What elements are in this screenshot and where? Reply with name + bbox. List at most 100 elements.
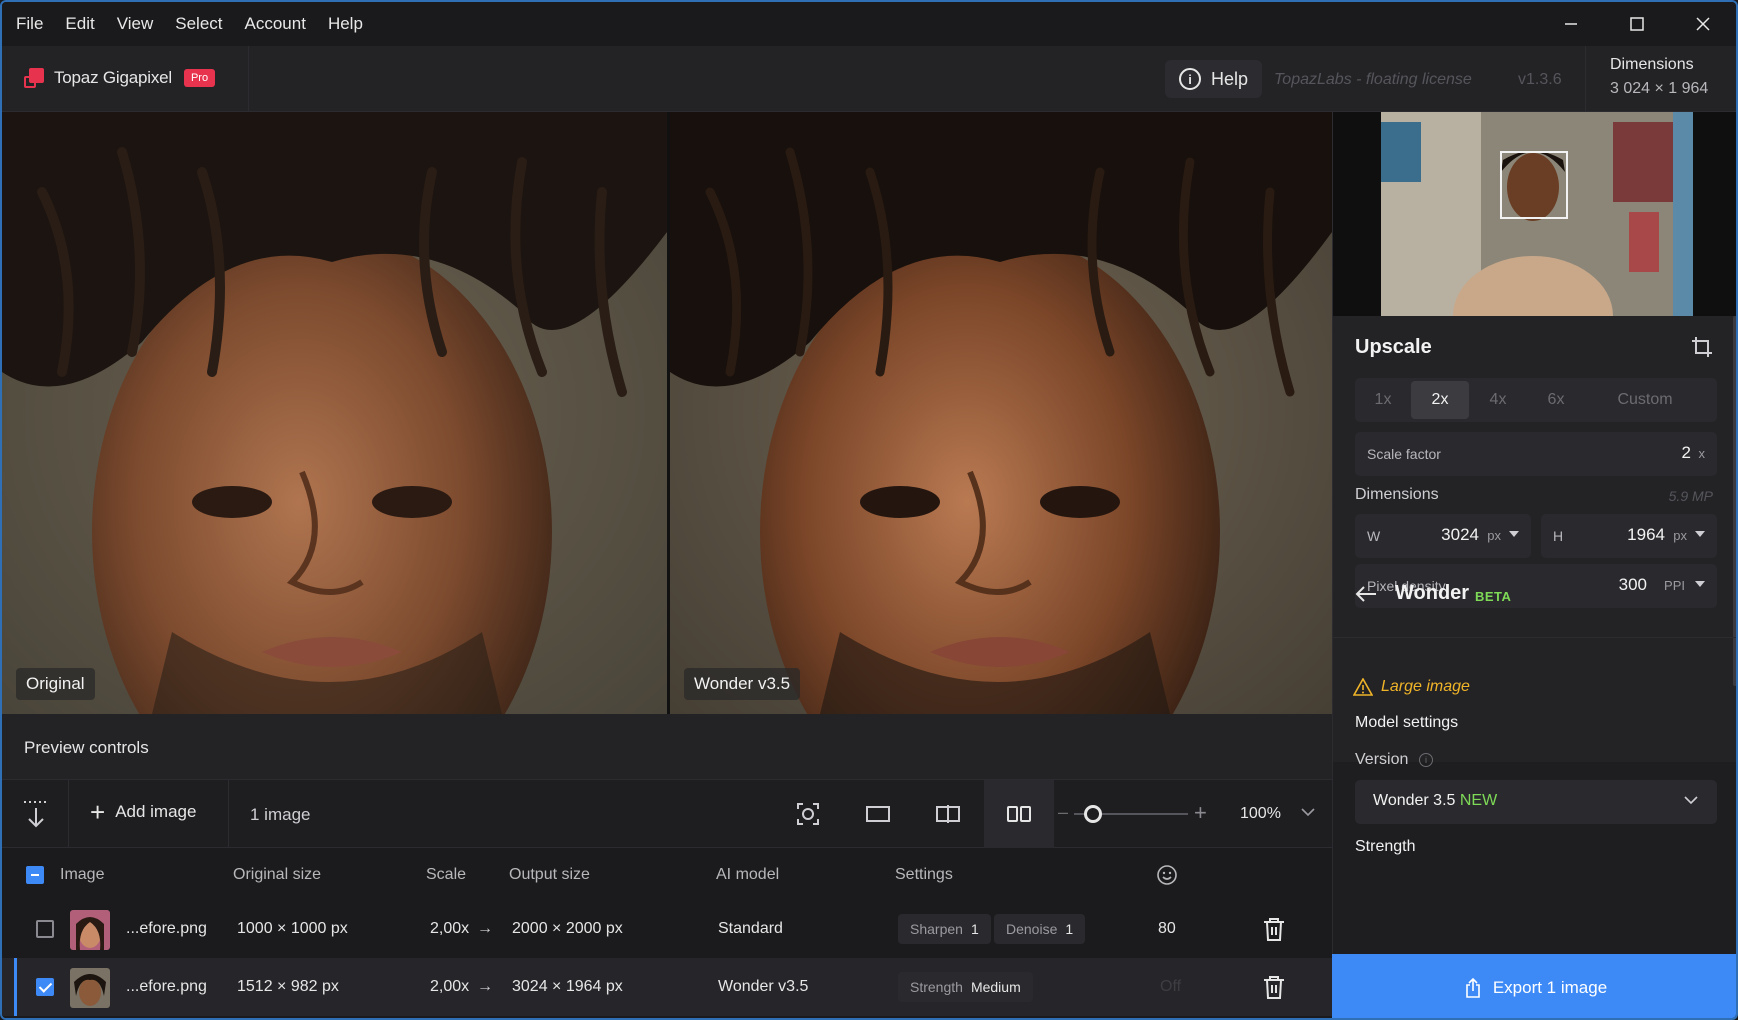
- preview-area[interactable]: Original Wonder v3.5: [2, 112, 1332, 714]
- menu-help[interactable]: Help: [328, 14, 363, 34]
- zoom-in-icon[interactable]: +: [1194, 800, 1207, 826]
- scale-factor-unit: x: [1698, 446, 1706, 461]
- caret-down-icon[interactable]: [1509, 531, 1519, 537]
- scale-factor-field[interactable]: Scale factor 2 x: [1355, 432, 1717, 476]
- navigator-thumbnail[interactable]: [1333, 112, 1736, 376]
- col-settings[interactable]: Settings: [895, 866, 953, 884]
- megapixels-value: 5.9 MP: [1668, 488, 1713, 504]
- scale-factor-label: Scale factor: [1367, 446, 1441, 462]
- original-size: 1512 × 982 px: [237, 978, 339, 995]
- info-icon[interactable]: i: [1419, 753, 1433, 767]
- width-label: W: [1367, 528, 1381, 544]
- row-checkbox[interactable]: [36, 978, 54, 996]
- version-value: Wonder 3.5 NEW: [1373, 792, 1498, 809]
- upscaled-preview[interactable]: Wonder v3.5: [670, 112, 1332, 714]
- help-button[interactable]: i Help: [1165, 60, 1263, 98]
- divider: [248, 46, 249, 112]
- trash-icon[interactable]: [1262, 916, 1286, 942]
- ai-model: Standard: [718, 920, 783, 937]
- crop-icon[interactable]: [1691, 336, 1713, 358]
- arrow-right-icon: →: [477, 920, 493, 937]
- col-ai-model[interactable]: AI model: [716, 866, 779, 884]
- col-image[interactable]: Image: [60, 866, 104, 884]
- model-header[interactable]: Wonder BETA: [1333, 558, 1736, 638]
- zoom-value[interactable]: 100%: [1240, 805, 1281, 823]
- table-row[interactable]: ...efore.png 1000 × 1000 px 2,00x → 2000…: [2, 900, 1332, 958]
- scale-1x[interactable]: 1x: [1355, 381, 1411, 419]
- arrow-right-icon: →: [477, 978, 493, 995]
- col-scale[interactable]: Scale: [426, 866, 466, 884]
- arrow-down-icon: [24, 801, 48, 828]
- image-thumbnail: [70, 910, 110, 950]
- zoom-slider-knob[interactable]: [1084, 805, 1102, 823]
- chevron-down-icon[interactable]: [1300, 804, 1316, 820]
- export-icon: [1466, 978, 1480, 998]
- menu-file[interactable]: File: [16, 14, 43, 34]
- single-view-icon: [866, 806, 890, 822]
- side-by-side-icon: [1007, 806, 1031, 822]
- output-size: 2000 × 2000 px: [512, 920, 623, 937]
- height-field[interactable]: H 1964 px: [1541, 514, 1717, 558]
- single-view-button[interactable]: [856, 792, 900, 836]
- help-label: Help: [1211, 68, 1249, 89]
- width-unit: px: [1487, 528, 1501, 543]
- original-preview[interactable]: Original: [2, 112, 667, 714]
- large-image-warning: Large image: [1381, 678, 1470, 695]
- split-view-button[interactable]: [926, 792, 970, 836]
- scale-4x[interactable]: 4x: [1469, 381, 1527, 419]
- face-detect-button[interactable]: [786, 792, 830, 836]
- version-select[interactable]: Wonder 3.5 NEW: [1355, 780, 1717, 824]
- table-row[interactable]: ...efore.png 1512 × 982 px 2,00x → 3024 …: [2, 958, 1332, 1016]
- close-icon: [1696, 17, 1710, 31]
- beta-badge: BETA: [1475, 589, 1512, 604]
- add-image-button[interactable]: + Add image: [90, 797, 196, 827]
- minimize-icon: [1565, 23, 1577, 25]
- face-recovery-value: 80: [1158, 920, 1176, 937]
- col-original-size[interactable]: Original size: [233, 866, 321, 884]
- trash-icon[interactable]: [1262, 974, 1286, 1000]
- menu-view[interactable]: View: [117, 14, 154, 34]
- export-button[interactable]: Export 1 image: [1332, 954, 1736, 1018]
- menu-bar: File Edit View Select Account Help: [2, 2, 1736, 46]
- menu-edit[interactable]: Edit: [65, 14, 94, 34]
- topaz-logo-icon: [24, 68, 44, 88]
- zoom-out-icon[interactable]: –: [1058, 802, 1068, 823]
- plus-icon: +: [90, 797, 106, 827]
- image-count: 1 image: [250, 805, 311, 824]
- denoise-setting: Denoise 1: [994, 914, 1086, 944]
- sharpen-setting: Sharpen 1: [898, 914, 991, 944]
- maximize-button[interactable]: [1604, 2, 1670, 46]
- maximize-icon: [1630, 17, 1644, 31]
- version-text: v1.3.6: [1518, 71, 1562, 88]
- select-all-checkbox[interactable]: [26, 866, 44, 884]
- scale-6x[interactable]: 6x: [1527, 381, 1585, 419]
- scale-selector: 1x 2x 4x 6x Custom: [1355, 378, 1717, 422]
- license-text: TopazLabs - floating license: [1274, 71, 1472, 88]
- arrow-left-icon[interactable]: [1355, 586, 1377, 602]
- version-label: Version: [1355, 751, 1409, 768]
- preview-controls-title[interactable]: Preview controls: [2, 714, 1332, 780]
- download-arrow-button[interactable]: [16, 800, 56, 830]
- caret-down-icon[interactable]: [1695, 531, 1705, 537]
- col-output-size[interactable]: Output size: [509, 866, 590, 884]
- info-icon: i: [1179, 68, 1201, 90]
- dimensions-label: Dimensions: [1610, 56, 1694, 73]
- scale-2x[interactable]: 2x: [1411, 381, 1469, 419]
- dimensions-value: 3 024 × 1 964: [1610, 80, 1709, 97]
- side-by-side-view-button[interactable]: [984, 780, 1054, 848]
- minimize-button[interactable]: [1538, 2, 1604, 46]
- scale-custom[interactable]: Custom: [1585, 381, 1705, 419]
- close-button[interactable]: [1670, 2, 1736, 46]
- file-name: ...efore.png: [126, 920, 207, 937]
- row-checkbox[interactable]: [36, 920, 54, 938]
- original-label: Original: [16, 668, 95, 700]
- split-view-icon: [936, 805, 960, 823]
- preview-toolbar: + Add image 1 image – + 100%: [2, 780, 1332, 848]
- width-field[interactable]: W 3024 px: [1355, 514, 1531, 558]
- menu-select[interactable]: Select: [175, 14, 222, 34]
- height-unit: px: [1673, 528, 1687, 543]
- menu-account[interactable]: Account: [245, 14, 306, 34]
- app-header: Topaz Gigapixel Pro i Help TopazLabs - f…: [2, 46, 1736, 112]
- strength-setting: Strength Medium: [898, 972, 1033, 1002]
- face-scan-icon: [797, 803, 819, 825]
